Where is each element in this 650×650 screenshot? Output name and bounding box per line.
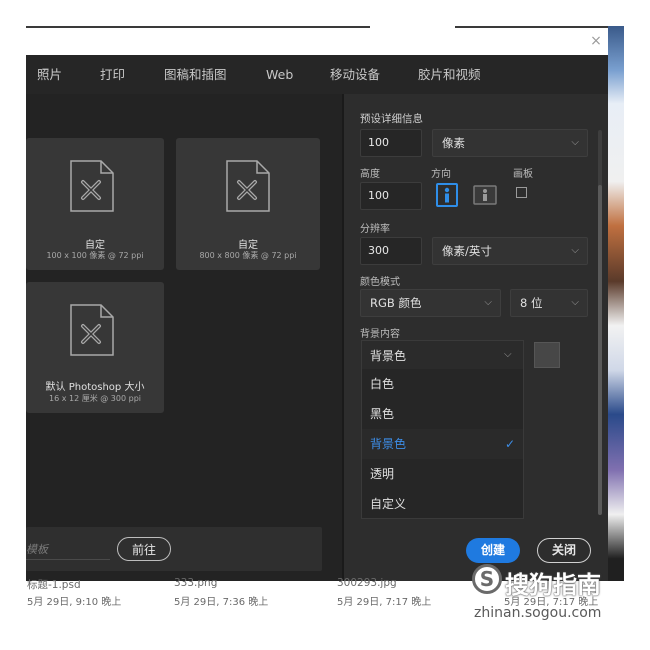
preset-subtitle: 100 x 100 像素 @ 72 ppi bbox=[46, 251, 144, 260]
background-option-transparent[interactable]: 透明 bbox=[370, 459, 394, 489]
resolution-unit-select[interactable]: 像素/英寸 ⌵ bbox=[432, 237, 588, 265]
chevron-down-icon: ⌵ bbox=[571, 297, 579, 308]
go-button[interactable]: 前往 bbox=[117, 537, 171, 561]
dialog-titlebar bbox=[26, 26, 608, 55]
tab-photo[interactable]: 照片 bbox=[37, 66, 62, 84]
background-image-strip bbox=[608, 26, 624, 581]
recent-file-date: 5月 29日, 9:10 晚上 bbox=[27, 597, 122, 608]
checkmark-icon: ✓ bbox=[505, 437, 516, 451]
details-scrollbar-thumb[interactable] bbox=[598, 185, 602, 515]
resolution-label: 分辨率 bbox=[360, 224, 390, 235]
background-color-swatch[interactable] bbox=[534, 342, 560, 368]
template-search-input[interactable]: 模板 bbox=[26, 541, 110, 560]
color-mode-label: 颜色模式 bbox=[360, 277, 400, 288]
recent-file-date: 5月 29日, 7:17 晚上 bbox=[337, 597, 432, 608]
watermark-url: zhinan.sogou.com bbox=[474, 605, 602, 621]
recent-file-name[interactable]: 300293.jpg bbox=[337, 577, 397, 589]
portrait-orientation-icon[interactable] bbox=[436, 183, 458, 207]
preset-details-header: 预设详细信息 bbox=[360, 113, 423, 125]
height-input[interactable]: 100 bbox=[360, 182, 422, 210]
document-icon bbox=[70, 160, 114, 212]
chevron-down-icon: ⌵ bbox=[504, 349, 512, 360]
landscape-orientation-icon[interactable] bbox=[473, 185, 497, 205]
close-button[interactable]: 关闭 bbox=[537, 538, 591, 563]
preset-title: 默认 Photoshop 大小 bbox=[45, 382, 145, 393]
title-divider-left bbox=[26, 26, 370, 28]
watermark-brand: 搜狗指南 bbox=[505, 571, 601, 599]
preset-title: 自定 bbox=[238, 240, 258, 251]
document-icon bbox=[70, 304, 114, 356]
tab-art-illustration[interactable]: 图稿和插图 bbox=[164, 66, 227, 84]
recent-file-name[interactable]: 333.png bbox=[174, 577, 217, 589]
bit-depth-value: 8 位 bbox=[520, 296, 543, 310]
color-mode-value: RGB 颜色 bbox=[370, 296, 422, 310]
sogou-logo-icon: S bbox=[472, 564, 502, 594]
chevron-down-icon: ⌵ bbox=[484, 297, 492, 308]
tab-print[interactable]: 打印 bbox=[100, 66, 125, 84]
width-input[interactable]: 100 bbox=[360, 129, 422, 157]
preset-subtitle: 800 x 800 像素 @ 72 ppi bbox=[199, 251, 297, 260]
preset-title: 自定 bbox=[85, 240, 105, 251]
preset-subtitle: 16 x 12 厘米 @ 300 ppi bbox=[49, 394, 141, 403]
orientation-label: 方向 bbox=[431, 169, 451, 180]
chevron-down-icon: ⌵ bbox=[571, 137, 579, 148]
resolution-input[interactable]: 300 bbox=[360, 237, 422, 265]
background-option-background-color[interactable]: 背景色 bbox=[370, 429, 406, 459]
dropdown-current-value[interactable]: 背景色 bbox=[370, 341, 406, 371]
resolution-unit-value: 像素/英寸 bbox=[442, 244, 492, 258]
width-unit-select[interactable]: 像素 ⌵ bbox=[432, 129, 588, 157]
background-label: 背景内容 bbox=[360, 329, 400, 340]
chevron-down-icon: ⌵ bbox=[571, 245, 579, 256]
bit-depth-select[interactable]: 8 位 ⌵ bbox=[510, 289, 588, 317]
background-option-white[interactable]: 白色 bbox=[370, 369, 394, 399]
color-mode-select[interactable]: RGB 颜色 ⌵ bbox=[360, 289, 501, 317]
background-option-black[interactable]: 黑色 bbox=[370, 399, 394, 429]
create-button[interactable]: 创建 bbox=[466, 538, 520, 563]
title-divider-right bbox=[455, 26, 610, 28]
document-icon bbox=[226, 160, 270, 212]
tab-web[interactable]: Web bbox=[266, 66, 293, 84]
height-label: 高度 bbox=[360, 169, 380, 180]
recent-file-date: 5月 29日, 7:36 晚上 bbox=[174, 597, 269, 608]
recent-file-name[interactable]: 标题-1.psd bbox=[27, 577, 81, 592]
tab-mobile[interactable]: 移动设备 bbox=[330, 66, 380, 84]
artboard-label: 画板 bbox=[513, 169, 533, 180]
width-unit-value: 像素 bbox=[442, 136, 465, 150]
artboard-checkbox[interactable] bbox=[516, 187, 527, 198]
close-icon[interactable]: × bbox=[587, 32, 605, 50]
background-option-custom[interactable]: 自定义 bbox=[370, 489, 406, 519]
tab-film-video[interactable]: 胶片和视频 bbox=[418, 66, 481, 84]
